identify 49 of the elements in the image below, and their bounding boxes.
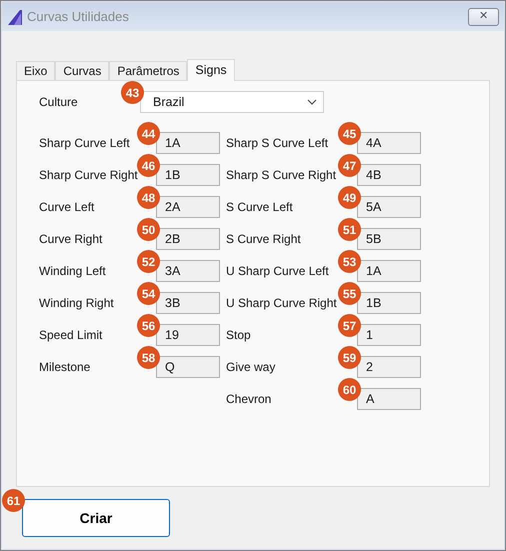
text-field[interactable]: 4B <box>357 164 421 186</box>
text-field[interactable]: 1B <box>357 292 421 314</box>
number-badge: 51 <box>338 218 361 241</box>
number-badge: 58 <box>137 346 160 369</box>
text-field[interactable]: 4A <box>357 132 421 154</box>
text-field[interactable]: 1A <box>357 260 421 282</box>
close-button[interactable]: ✕ <box>468 8 499 26</box>
text-field[interactable]: A <box>357 388 421 410</box>
text-field[interactable]: 19 <box>156 324 220 346</box>
tab[interactable]: Eixo <box>16 61 56 80</box>
text-field[interactable]: 2A <box>156 196 220 218</box>
text-field[interactable]: 3A <box>156 260 220 282</box>
tab[interactable]: Curvas <box>55 61 110 80</box>
text-field[interactable]: 5B <box>357 228 421 250</box>
triangle-logo-icon <box>7 8 23 24</box>
number-badge: 55 <box>338 282 361 305</box>
number-badge: 52 <box>137 250 160 273</box>
number-badge: 60 <box>338 378 361 401</box>
text-field[interactable]: 5A <box>357 196 421 218</box>
text-field[interactable]: Q <box>156 356 220 378</box>
text-field[interactable]: 3B <box>156 292 220 314</box>
number-badge: 43 <box>121 81 144 104</box>
number-badge: 57 <box>338 314 361 337</box>
field-label: Sharp S Curve Right <box>226 167 338 184</box>
number-badge: 59 <box>338 346 361 369</box>
create-button[interactable]: Criar <box>22 499 170 537</box>
window-title: Curvas Utilidades <box>27 8 129 26</box>
tab[interactable]: Signs <box>187 59 235 81</box>
text-field[interactable]: 1A <box>156 132 220 154</box>
text-field[interactable]: 2B <box>156 228 220 250</box>
culture-dropdown[interactable]: Brazil <box>140 91 324 113</box>
field-label: Culture <box>39 95 78 109</box>
number-badge: 45 <box>338 122 361 145</box>
number-badge: 54 <box>137 282 160 305</box>
tab[interactable]: Parâmetros <box>109 61 188 80</box>
field-label: Sharp Curve Left <box>39 135 131 152</box>
number-badge: 44 <box>137 122 160 145</box>
number-badge: 49 <box>338 186 361 209</box>
number-badge: 61 <box>2 489 25 512</box>
number-badge: 53 <box>338 250 361 273</box>
text-field[interactable]: 2 <box>357 356 421 378</box>
text-field[interactable]: 1B <box>156 164 220 186</box>
number-badge: 47 <box>338 154 361 177</box>
chevron-down-icon <box>307 99 317 105</box>
number-badge: 56 <box>137 314 160 337</box>
number-badge: 50 <box>137 218 160 241</box>
number-badge: 46 <box>137 154 160 177</box>
number-badge: 48 <box>137 186 160 209</box>
text-field[interactable]: 1 <box>357 324 421 346</box>
